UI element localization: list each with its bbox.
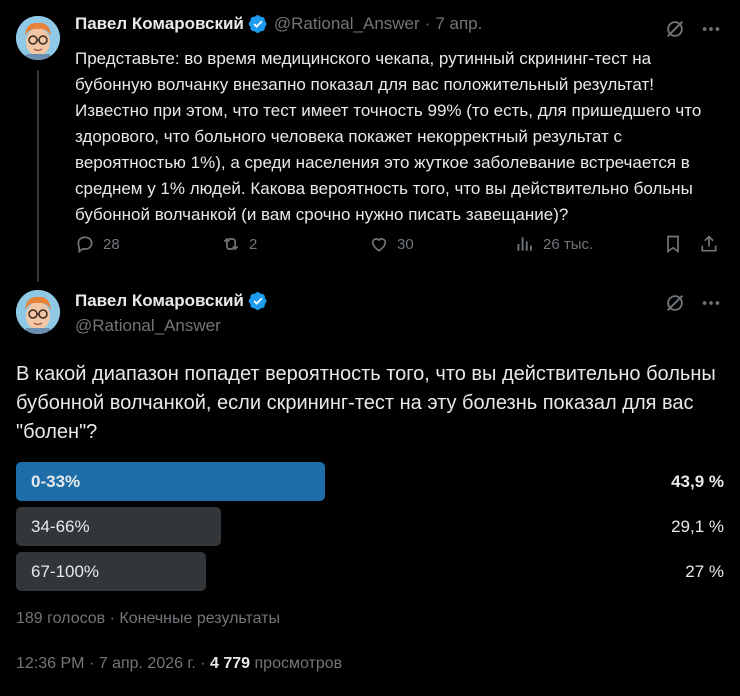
separator-dot: · — [109, 610, 115, 627]
avatar[interactable] — [16, 16, 60, 60]
like-count: 30 — [397, 235, 414, 253]
separator-dot: · — [424, 14, 431, 33]
tweet2-header: Павел Комаровский — [75, 291, 268, 311]
tweet1-header: Павел Комаровский @Rational_Answer · 7 а… — [75, 14, 482, 34]
grok-icon[interactable] — [664, 292, 686, 314]
poll-option-percent: 43,9 % — [671, 472, 724, 491]
tweet-meta: 12:36 PM · 7 апр. 2026 г. · 4 779 просмо… — [16, 655, 342, 673]
poll-option: 0-33% 43,9 % — [16, 462, 724, 501]
reply-icon — [77, 236, 93, 254]
poll-option-label: 34-66% — [31, 517, 90, 536]
poll-option-percent: 27 % — [685, 562, 724, 581]
share-icon — [701, 235, 717, 252]
reply-button[interactable]: 28 — [75, 234, 120, 254]
poll-question: В какой диапазон попадет вероятность тог… — [16, 363, 716, 443]
poll-status: Конечные результаты — [119, 610, 281, 627]
separator-dot: · — [200, 655, 206, 672]
like-button[interactable]: 30 — [369, 234, 414, 254]
views-total: 4 779 — [210, 655, 251, 672]
repost-button[interactable]: 2 — [221, 234, 257, 254]
like-icon — [371, 238, 387, 252]
poll-votes: 189 голосов — [16, 610, 106, 627]
grok-icon[interactable] — [664, 18, 686, 40]
separator-dot: · — [88, 655, 95, 672]
author-handle[interactable]: @Rational_Answer — [75, 316, 221, 336]
repost-count: 2 — [249, 235, 258, 253]
thread-connector-line — [37, 70, 39, 282]
poll-option: 67-100% 27 % — [16, 552, 724, 591]
tweet-date[interactable]: 7 апр. — [435, 14, 482, 34]
poll-footer: 189 голосов · Конечные результаты — [16, 610, 280, 628]
share-button[interactable] — [699, 234, 719, 254]
views-icon — [517, 237, 532, 251]
verified-badge-icon[interactable] — [248, 14, 268, 34]
tweet-time[interactable]: 12:36 PM — [16, 655, 84, 672]
poll-option-percent: 29,1 % — [671, 517, 724, 536]
reply-count: 28 — [103, 235, 120, 253]
views-button[interactable]: 26 тыс. — [515, 234, 593, 254]
tweet-full-date[interactable]: 7 апр. 2026 г. — [99, 655, 196, 672]
views-label: просмотров — [254, 655, 343, 672]
repost-icon — [223, 237, 239, 251]
more-icon[interactable] — [700, 292, 722, 314]
author-name[interactable]: Павел Комаровский — [75, 291, 244, 311]
author-handle[interactable]: @Rational_Answer — [274, 14, 420, 34]
tweet-text: Представьте: во время медицинского чекап… — [75, 49, 702, 224]
bookmark-button[interactable] — [663, 234, 683, 254]
author-name[interactable]: Павел Комаровский — [75, 14, 244, 34]
avatar[interactable] — [16, 290, 60, 334]
poll-option-label: 67-100% — [31, 562, 100, 581]
views-count: 26 тыс. — [543, 235, 594, 253]
more-icon[interactable] — [700, 18, 722, 40]
verified-badge-icon[interactable] — [248, 291, 268, 311]
poll-option-label: 0-33% — [31, 472, 81, 491]
tweet-actions-bar: 28 2 30 26 тыс. — [75, 234, 725, 262]
poll-option: 34-66% 29,1 % — [16, 507, 724, 546]
bookmark-icon — [667, 235, 679, 254]
